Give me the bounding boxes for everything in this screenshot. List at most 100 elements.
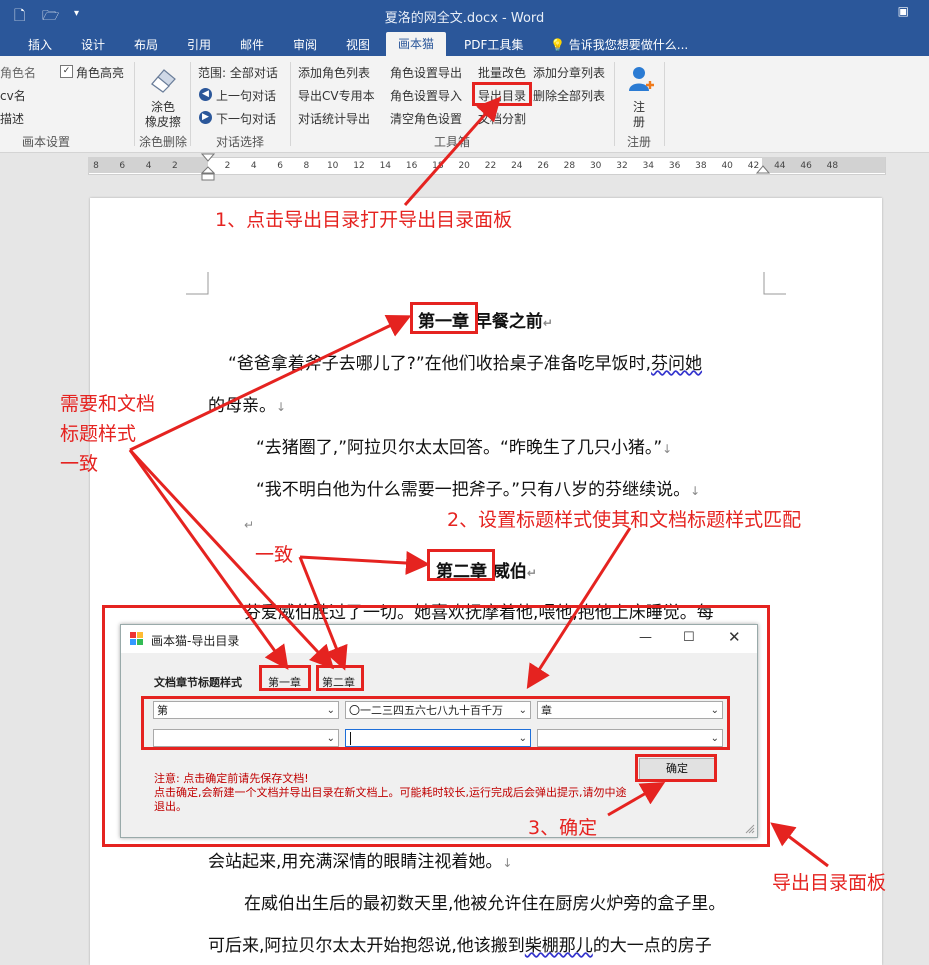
group-label-toolbox: 工具箱 bbox=[434, 135, 471, 149]
tab-pdf-tools[interactable]: PDF工具集 bbox=[464, 36, 523, 53]
tab-review[interactable]: 审阅 bbox=[293, 36, 317, 53]
batch-recolor-button[interactable]: 批量改色 bbox=[478, 64, 526, 81]
paragraph-text: “去猪圈了,”阿拉贝尔太太回答。“昨晚生了几只小猪。” bbox=[256, 438, 663, 458]
group-label-register: 注册 bbox=[627, 135, 652, 149]
annotation-step3: 3、确定 bbox=[528, 817, 598, 839]
annotation-consistent: 一致 bbox=[255, 544, 294, 566]
window-title: 夏洛的网全文.docx - Word bbox=[384, 11, 545, 26]
chapter-title: 早餐之前 bbox=[474, 312, 543, 332]
paragraph[interactable]: “我不明白他为什么需要一把斧子。”只有八岁的芬继续说。↓ bbox=[256, 475, 700, 500]
indent-marker-icon[interactable] bbox=[201, 153, 215, 183]
role-name-button[interactable]: 角色名 bbox=[0, 64, 36, 81]
paragraph[interactable]: “爸爸拿着斧子去哪儿了?”在他们收拾桌子准备吃早饭时,芬问她 bbox=[228, 349, 702, 374]
paragraph-text: 在威伯出生后的最初数天里,他被允许住在厨房火炉旁的盒子里。 bbox=[244, 894, 726, 914]
paragraph-text: 的母亲。 bbox=[208, 396, 276, 416]
split-document-button[interactable]: 文档分割 bbox=[478, 110, 526, 127]
ruler-tick: 4 bbox=[250, 161, 257, 171]
clear-role-settings-button[interactable]: 清空角色设置 bbox=[390, 110, 462, 127]
cv-name-button[interactable]: cv名 bbox=[0, 87, 26, 104]
annotation-step1: 1、点击导出目录打开导出目录面板 bbox=[215, 209, 513, 231]
paragraph-text: 会站起来,用充满深情的眼睛注视着她。 bbox=[208, 852, 503, 872]
line-break-mark: ↓ bbox=[276, 400, 287, 414]
ruler-tick: 4 bbox=[145, 161, 152, 171]
scope-selector[interactable]: 范围: 全部对话 bbox=[198, 64, 278, 81]
title-bar: 🗋 🗁 ▾ 夏洛的网全文.docx - Word ▣ bbox=[0, 0, 929, 30]
line-break-mark: ↓ bbox=[690, 484, 701, 498]
ruler-tick: 44 bbox=[774, 161, 786, 171]
role-settings-import-button[interactable]: 角色设置导入 bbox=[390, 87, 462, 104]
arrow-right-icon: ▶ bbox=[199, 111, 212, 124]
lightbulb-icon: 💡 bbox=[550, 38, 565, 52]
delete-all-lists-button[interactable]: 删除全部列表 bbox=[533, 87, 605, 104]
paragraph[interactable]: 的母亲。↓ bbox=[208, 391, 286, 416]
line-break-mark: ↓ bbox=[662, 442, 673, 456]
ruler-tick: 40 bbox=[721, 161, 733, 171]
annotation-step2: 2、设置标题样式使其和文档标题样式匹配 bbox=[447, 509, 802, 531]
paragraph-mark: ↵ bbox=[244, 518, 255, 532]
tab-huabenmao[interactable]: 画本猫 bbox=[386, 32, 447, 56]
prev-dialog-button[interactable]: 上一句对话 bbox=[216, 87, 276, 104]
annotation-left-2: 标题样式 bbox=[60, 423, 137, 445]
group-label-dialog-select: 对话选择 bbox=[216, 135, 265, 149]
add-role-list-button[interactable]: 添加角色列表 bbox=[298, 64, 370, 81]
tab-design[interactable]: 设计 bbox=[81, 36, 105, 53]
tab-layout[interactable]: 布局 bbox=[134, 36, 158, 53]
register-label-2: 册 bbox=[633, 115, 646, 129]
highlight-box-export-toc bbox=[472, 82, 532, 106]
paragraph[interactable]: 会站起来,用充满深情的眼睛注视着她。↓ bbox=[208, 847, 512, 872]
paragraph[interactable]: 在威伯出生后的最初数天里,他被允许住在厨房火炉旁的盒子里。 bbox=[244, 889, 725, 914]
ribbon-display-icon[interactable]: ▣ bbox=[898, 4, 909, 18]
paragraph[interactable]: “去猪圈了,”阿拉贝尔太太回答。“昨晚生了几只小猪。”↓ bbox=[256, 433, 672, 458]
tab-references[interactable]: 引用 bbox=[187, 36, 211, 53]
add-chapter-list-button[interactable]: 添加分章列表 bbox=[533, 64, 605, 81]
ruler-tick: 26 bbox=[537, 161, 549, 171]
highlight-box-sample1 bbox=[259, 665, 311, 691]
role-settings-export-button[interactable]: 角色设置导出 bbox=[390, 64, 462, 81]
ribbon-separator bbox=[664, 62, 665, 146]
export-cv-button[interactable]: 导出CV专用本 bbox=[298, 87, 375, 104]
paragraph-text: 可后来,阿拉贝尔太太开始抱怨说,他该搬到 bbox=[208, 936, 525, 956]
paragraph-text: “爸爸拿着斧子去哪儿了?”在他们收拾桌子准备吃早饭时, bbox=[228, 354, 652, 374]
ribbon-separator bbox=[134, 62, 135, 146]
role-highlight-label: 角色高亮 bbox=[76, 66, 125, 80]
ruler-tick: 38 bbox=[695, 161, 707, 171]
ruler-tick: 6 bbox=[119, 161, 126, 171]
tab-mailings[interactable]: 邮件 bbox=[240, 36, 264, 53]
page-corner-mark bbox=[763, 272, 786, 295]
ruler-tick: 46 bbox=[800, 161, 812, 171]
ruler-tick: 6 bbox=[277, 161, 283, 171]
tab-view[interactable]: 视图 bbox=[346, 36, 370, 53]
ruler-tick: 14 bbox=[379, 161, 392, 171]
arrow-left-icon: ◀ bbox=[199, 88, 212, 101]
chapter-title: 威伯 bbox=[492, 562, 527, 582]
ruler-tick: 48 bbox=[826, 161, 839, 171]
tell-me-text: 告诉我您想要做什么... bbox=[568, 38, 689, 52]
role-highlight-checkbox[interactable]: ✓ bbox=[60, 65, 73, 78]
eraser-icon[interactable] bbox=[148, 64, 178, 94]
paragraph-mark: ↵ bbox=[542, 316, 553, 330]
ruler-tick: 24 bbox=[511, 161, 523, 171]
ribbon-tabs: 插入 设计 布局 引用 邮件 审阅 视图 画本猫 PDF工具集 💡 告诉我您想要… bbox=[0, 30, 929, 56]
group-label-script-settings: 画本设置 bbox=[22, 135, 71, 149]
ribbon-separator bbox=[614, 62, 615, 146]
paragraph-text: 的大一点的房子 bbox=[592, 936, 712, 956]
highlight-box-chapter2 bbox=[427, 549, 495, 581]
ruler-tick: 34 bbox=[642, 161, 655, 171]
tab-insert[interactable]: 插入 bbox=[28, 36, 52, 53]
highlight-box-ok bbox=[635, 754, 717, 782]
next-dialog-button[interactable]: 下一句对话 bbox=[216, 110, 276, 127]
ruler-tick: 36 bbox=[668, 161, 681, 171]
eraser-label-2: 橡皮擦 bbox=[145, 115, 182, 129]
ruler-tick: 32 bbox=[616, 161, 628, 171]
paragraph[interactable]: 可后来,阿拉贝尔太太开始抱怨说,他该搬到柴棚那儿的大一点的房子 bbox=[208, 931, 712, 956]
highlight-box-chapter1 bbox=[410, 302, 478, 334]
ruler-tick: 22 bbox=[484, 161, 497, 171]
description-button[interactable]: 描述 bbox=[0, 110, 24, 127]
user-register-icon[interactable] bbox=[627, 64, 655, 94]
tell-me-box[interactable]: 💡 告诉我您想要做什么... bbox=[550, 36, 688, 53]
ribbon: 角色名 cv名 描述 ✓ 角色高亮 画本设置 涂色 橡皮擦 涂色删除 范围: 全… bbox=[0, 56, 929, 153]
right-indent-marker-icon[interactable] bbox=[756, 164, 770, 176]
dialog-stats-export-button[interactable]: 对话统计导出 bbox=[298, 110, 370, 127]
highlight-box-sample2 bbox=[316, 665, 364, 691]
ruler-tick: 10 bbox=[326, 161, 339, 171]
